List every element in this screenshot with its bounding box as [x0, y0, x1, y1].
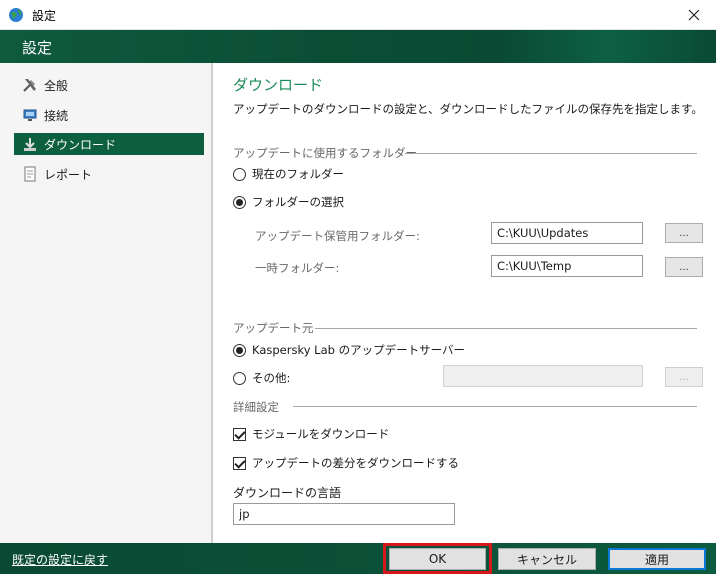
- radio-button[interactable]: [233, 343, 246, 357]
- radio-button[interactable]: [233, 167, 246, 181]
- sidebar-item-connection[interactable]: 接続: [14, 104, 204, 126]
- sidebar: 全般 接続 ダウンロード レポート: [0, 63, 213, 543]
- select-folder-label: フォルダーの選択: [252, 195, 344, 209]
- window-titlebar: 設定: [0, 0, 716, 30]
- header-title: 設定: [22, 39, 53, 57]
- download-diff-label: アップデートの差分をダウンロードする: [252, 456, 459, 470]
- temp-folder-input[interactable]: [491, 255, 643, 277]
- radio-button[interactable]: [233, 195, 246, 209]
- sidebar-item-label: 全般: [44, 78, 69, 93]
- section-description: アップデートのダウンロードの設定と、ダウンロードしたファイルの保存先を指定します…: [233, 102, 703, 116]
- source-group-divider: [315, 328, 697, 329]
- temp-folder-label: 一時フォルダー:: [255, 261, 340, 275]
- kaspersky-server-radio[interactable]: Kaspersky Lab のアップデートサーバー: [233, 342, 465, 358]
- download-modules-checkbox[interactable]: [233, 427, 246, 441]
- advanced-group-label: 詳細設定: [233, 400, 279, 414]
- sidebar-item-label: 接続: [44, 108, 69, 123]
- current-folder-radio[interactable]: 現在のフォルダー: [233, 166, 344, 182]
- kaspersky-server-label: Kaspersky Lab のアップデートサーバー: [252, 343, 465, 357]
- window-title: 設定: [32, 9, 57, 23]
- download-diff-checkbox-row[interactable]: アップデートの差分をダウンロードする: [233, 455, 459, 471]
- download-language-label: ダウンロードの言語: [233, 486, 342, 500]
- download-language-input[interactable]: [233, 503, 455, 525]
- temp-folder-browse-button[interactable]: ...: [665, 257, 703, 277]
- storage-folder-input[interactable]: [491, 222, 643, 244]
- apply-button[interactable]: 適用: [608, 548, 706, 570]
- section-title: ダウンロード: [233, 76, 324, 94]
- radio-button[interactable]: [233, 371, 246, 385]
- globe-icon: [8, 7, 24, 23]
- sidebar-item-label: レポート: [44, 167, 93, 182]
- other-source-radio[interactable]: その他:: [233, 370, 290, 386]
- report-icon: [22, 166, 38, 182]
- download-icon: [22, 136, 38, 152]
- close-icon: [688, 9, 700, 21]
- tools-icon: [22, 77, 38, 93]
- current-folder-label: 現在のフォルダー: [252, 167, 344, 181]
- sidebar-item-download[interactable]: ダウンロード: [14, 133, 204, 155]
- download-modules-label: モジュールをダウンロード: [252, 427, 390, 441]
- cancel-button[interactable]: キャンセル: [498, 548, 596, 570]
- close-button[interactable]: [672, 0, 716, 30]
- network-icon: [22, 107, 38, 123]
- storage-folder-label: アップデート保管用フォルダー:: [255, 229, 420, 243]
- sidebar-item-general[interactable]: 全般: [14, 74, 204, 96]
- sidebar-item-report[interactable]: レポート: [14, 163, 204, 185]
- download-settings-panel: ダウンロード アップデートのダウンロードの設定と、ダウンロードしたファイルの保存…: [215, 63, 716, 543]
- folder-group-divider: [405, 153, 697, 154]
- header-band: 設定: [0, 30, 716, 63]
- reset-defaults-link[interactable]: 既定の設定に戻す: [12, 551, 108, 568]
- advanced-group-divider: [293, 406, 697, 407]
- select-folder-radio[interactable]: フォルダーの選択: [233, 194, 344, 210]
- other-source-input[interactable]: [443, 365, 643, 387]
- footer-bar: 既定の設定に戻す OK キャンセル 適用: [0, 543, 716, 574]
- source-group-label: アップデート元: [233, 321, 314, 335]
- download-modules-checkbox-row[interactable]: モジュールをダウンロード: [233, 426, 389, 442]
- other-source-label: その他:: [252, 371, 291, 385]
- folder-group-label: アップデートに使用するフォルダー: [233, 146, 417, 160]
- download-diff-checkbox[interactable]: [233, 456, 246, 470]
- other-source-browse-button[interactable]: ...: [665, 367, 703, 387]
- sidebar-item-label: ダウンロード: [44, 137, 117, 152]
- storage-folder-browse-button[interactable]: ...: [665, 223, 703, 243]
- ok-button[interactable]: OK: [389, 548, 486, 570]
